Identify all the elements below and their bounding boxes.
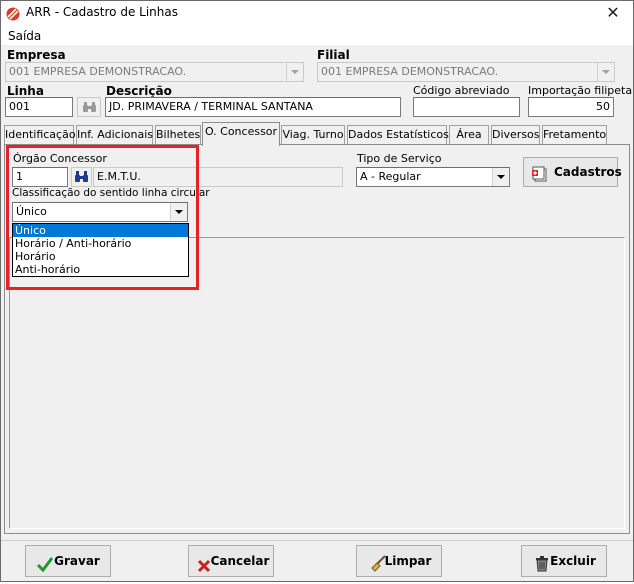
importacao-filipeta-input[interactable]: 50 xyxy=(528,97,614,117)
trash-icon xyxy=(534,553,550,583)
empresa-dropdown-button[interactable] xyxy=(286,63,303,81)
tab-identificacao[interactable]: Identificação xyxy=(4,125,76,144)
filial-dropdown-button[interactable] xyxy=(597,63,614,81)
empresa-select[interactable]: 001 EMPRESA DEMONSTRACAO. xyxy=(5,62,304,82)
window-title: ARR - Cadastro de Linhas xyxy=(26,5,178,19)
descricao-input[interactable]: JD. PRIMAVERA / TERMINAL SANTANA xyxy=(105,97,401,117)
x-icon xyxy=(197,554,211,584)
limpar-label: Limpar xyxy=(384,554,432,568)
tipo-servico-select[interactable]: A - Regular xyxy=(356,167,510,187)
tab-bilhetes[interactable]: Bilhetes xyxy=(155,125,201,144)
cancelar-label: Cancelar xyxy=(210,554,270,568)
filial-select[interactable]: 001 EMPRESA DEMONSTRACAO. xyxy=(317,62,615,82)
cadastros-label: Cadastros xyxy=(554,165,622,179)
broom-icon xyxy=(369,553,387,583)
binoculars-icon xyxy=(83,102,96,116)
codigo-abreviado-input[interactable] xyxy=(413,97,520,117)
empresa-value: 001 EMPRESA DEMONSTRACAO. xyxy=(9,65,187,78)
filial-label: Filial xyxy=(317,48,350,62)
excluir-button[interactable]: Excluir xyxy=(521,545,607,577)
close-icon[interactable]: ✕ xyxy=(598,2,628,24)
tab-dados-estatisticos[interactable]: Dados Estatísticos xyxy=(347,125,449,144)
descricao-label: Descrição xyxy=(106,84,172,98)
tab-inf-adicionais[interactable]: Inf. Adicionais xyxy=(76,125,153,144)
codigo-abreviado-label: Código abreviado xyxy=(413,84,510,97)
cadastros-icon xyxy=(532,164,548,192)
tab-area[interactable]: Área xyxy=(449,125,489,144)
empresa-label: Empresa xyxy=(7,48,66,62)
excluir-label: Excluir xyxy=(550,554,596,568)
menu-bar xyxy=(1,27,633,45)
gravar-label: Gravar xyxy=(54,554,100,568)
cadastros-button[interactable]: Cadastros xyxy=(523,157,622,187)
cancelar-button[interactable]: Cancelar xyxy=(188,545,274,577)
tab-viag-turno[interactable]: Viag. Turno xyxy=(281,125,345,144)
filial-value: 001 EMPRESA DEMONSTRACAO. xyxy=(321,65,499,78)
tipo-servico-label: Tipo de Serviço xyxy=(357,152,442,165)
importacao-filipeta-label: Importação filipeta xyxy=(528,84,633,97)
check-icon xyxy=(36,553,54,583)
limpar-button[interactable]: Limpar xyxy=(356,545,442,577)
tab-o-concessor[interactable]: O. Concessor xyxy=(202,122,280,146)
tab-diversos[interactable]: Diversos xyxy=(491,125,540,144)
tipo-servico-dropdown-button[interactable] xyxy=(492,168,509,186)
menu-saida[interactable]: Saída xyxy=(8,29,41,43)
linha-input[interactable]: 001 xyxy=(5,97,73,117)
linha-label: Linha xyxy=(7,84,44,98)
gravar-button[interactable]: Gravar xyxy=(25,545,111,577)
tab-fretamento[interactable]: Fretamento xyxy=(542,125,607,144)
tipo-servico-value: A - Regular xyxy=(360,170,421,183)
app-logo-icon xyxy=(6,7,20,21)
highlight-annotation xyxy=(6,145,199,290)
linha-search-button[interactable] xyxy=(77,97,101,117)
